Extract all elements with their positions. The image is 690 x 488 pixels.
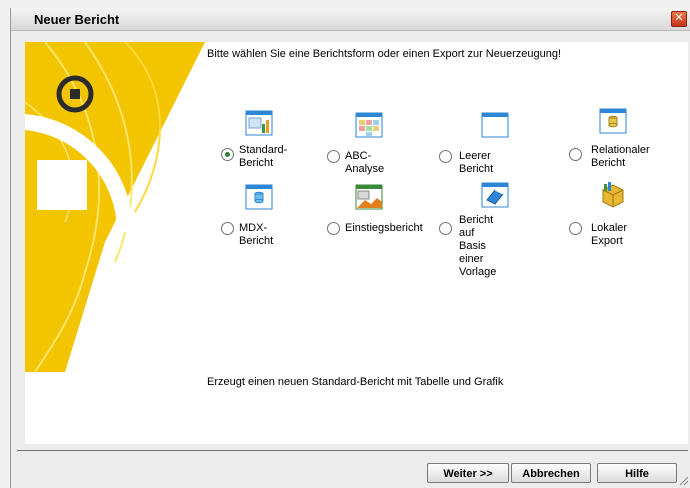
blank-window-icon: [481, 112, 509, 138]
database-window-icon: [599, 108, 627, 134]
label-lokaler-export: Lokaler Export: [591, 222, 628, 247]
label-standard-bericht: Standard- Bericht: [239, 144, 288, 169]
footer-divider: [17, 450, 688, 451]
radio-lokaler-export[interactable]: [569, 222, 582, 235]
dialog-title: Neuer Bericht: [34, 12, 120, 27]
help-button[interactable]: Hilfe: [597, 463, 677, 483]
label-bericht-auf-basis-einer-vorlage: Bericht auf Basis einer Vorlage: [459, 214, 497, 278]
banner-graphic: [25, 42, 205, 372]
cancel-button[interactable]: Abbrechen: [511, 463, 591, 483]
table-chart-icon: [245, 110, 273, 136]
radio-bericht-auf-basis-einer-vorlage[interactable]: [439, 222, 452, 235]
label-mdx-bericht: MDX-Bericht: [239, 222, 274, 247]
radio-abc-analyse[interactable]: [327, 150, 340, 163]
database-window-icon: [245, 184, 273, 210]
intro-text: Bitte wählen Sie eine Berichtsform oder …: [207, 48, 562, 60]
radio-relationaler-bericht[interactable]: [569, 148, 582, 161]
title-bar: Neuer Bericht ✕: [11, 8, 690, 31]
radio-mdx-bericht[interactable]: [221, 222, 234, 235]
abc-grid-icon: [355, 112, 383, 138]
dialog-window: Neuer Bericht ✕ Bitte wählen Sie eine Be…: [10, 8, 690, 488]
landscape-window-icon: [355, 184, 383, 210]
label-abc-analyse: ABC-Analyse: [345, 150, 385, 175]
cube-export-icon: [602, 182, 624, 208]
content-panel: Bitte wählen Sie eine Berichtsform oder …: [25, 42, 688, 444]
next-button[interactable]: Weiter >>: [427, 463, 509, 483]
resize-grip-icon[interactable]: [679, 476, 689, 486]
label-leerer-bericht: Leerer Bericht: [459, 150, 494, 175]
label-einstiegsbericht: Einstiegsbericht: [345, 222, 423, 234]
description-text: Erzeugt einen neuen Standard-Bericht mit…: [207, 376, 504, 388]
close-button[interactable]: ✕: [671, 11, 687, 27]
template-book-icon: [481, 182, 509, 208]
radio-einstiegsbericht[interactable]: [327, 222, 340, 235]
radio-standard-bericht[interactable]: [221, 148, 234, 161]
radio-leerer-bericht[interactable]: [439, 150, 452, 163]
label-relationaler-bericht: Relationaler Bericht: [591, 144, 650, 169]
